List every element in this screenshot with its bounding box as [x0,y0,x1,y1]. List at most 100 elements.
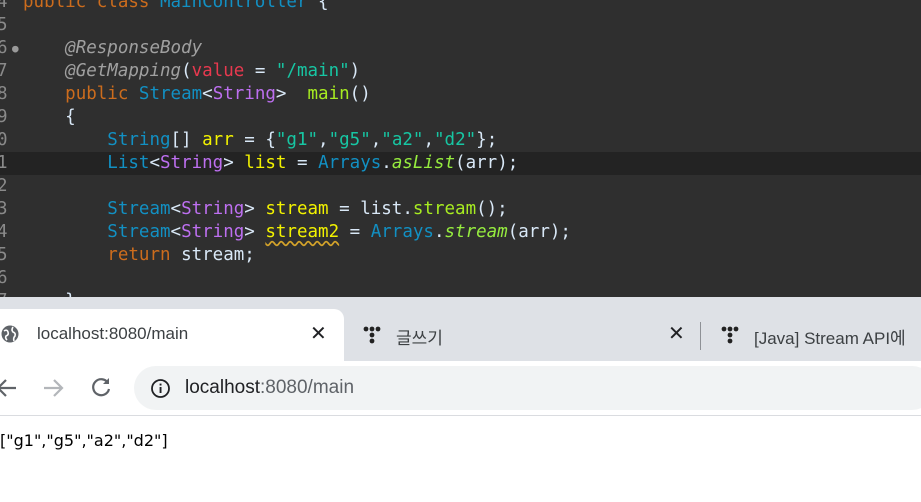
url-text[interactable]: localhost:8080/main [185,377,354,399]
code-token: }; [476,130,498,150]
tab-java-stream[interactable]: [Java] Stream API에 [702,309,921,361]
code-token: stream [181,245,245,265]
reload-icon[interactable] [88,375,114,401]
code-token: , [423,130,434,150]
code-token: < [202,84,213,104]
code-token: = { [233,130,276,150]
code-line[interactable]: 6 ● @ResponseBody [0,37,921,60]
code-token: ; [244,245,255,265]
line-number: 3 [0,199,8,219]
tab-strip: localhost:8080/main ✕ 글쓰기 ✕ [Java] Strea… [0,297,921,361]
code-line[interactable]: 0 String[] arr = {"g1","g5","a2","d2"}; [0,129,921,152]
code-line[interactable]: 6 [0,267,921,290]
code-line[interactable]: 3 Stream<String> stream = list.stream(); [0,198,921,221]
code-token: { [23,107,76,127]
line-number: 5 [0,245,8,265]
code-text: public class MainController { [23,0,329,14]
browser-toolbar: localhost:8080/main [0,361,921,416]
tistory-icon [363,326,381,344]
url-host: localhost [185,377,260,398]
code-token: > [244,222,266,242]
code-token: stream [265,199,329,219]
line-number: 5 [0,15,8,35]
code-line[interactable]: 5 [0,14,921,37]
code-token: "a2" [381,130,424,150]
code-token: Arrays [318,153,382,173]
line-number: 1 [0,153,8,173]
code-line[interactable]: 1 List<String> list = Arrays.asList(arr)… [0,152,921,175]
tab-label: [Java] Stream API에 [754,329,906,348]
code-token: @ResponseBody [65,38,203,58]
globe-icon [1,325,19,343]
tab-separator [700,322,701,350]
code-token: "g5" [328,130,371,150]
code-token: (); [476,199,508,219]
code-token: list [360,199,403,219]
code-line[interactable]: 7 } [0,290,921,297]
code-token: arr [465,153,498,173]
info-icon[interactable] [150,378,171,399]
code-token: ); [549,222,571,242]
code-token: > [275,84,308,104]
page-body-text: ["g1","g5","a2","d2"] [0,431,168,450]
line-number: 8 [0,84,8,104]
tab-label: localhost:8080/main [37,324,189,343]
tab-localhost[interactable]: localhost:8080/main ✕ [0,309,344,361]
line-number: 7 [0,290,17,297]
line-number: 4 [0,0,8,12]
line-number: 9 [0,107,8,127]
line-number: 4 [0,222,8,242]
code-token: return [107,245,182,265]
code-token: = [328,199,361,219]
code-token: main [307,84,350,104]
code-token: > [223,153,245,173]
tistory-icon [721,326,739,344]
code-line[interactable]: 8 public Stream<String> main() [0,83,921,106]
code-token: > [244,199,266,219]
code-text: @GetMapping(value = "/main") [23,60,360,83]
code-line[interactable]: 7 @GetMapping(value = "/main") [0,60,921,83]
code-text: Stream<String> stream = list.stream(); [23,198,508,221]
address-bar[interactable]: localhost:8080/main [134,366,921,410]
code-line[interactable]: 4 public class MainController { [0,0,921,14]
code-editor[interactable]: 4 public class MainController {5 6 ● @Respo… [0,0,921,297]
tab-write[interactable]: 글쓰기 ✕ [344,309,700,361]
forward-arrow-icon[interactable] [40,375,66,401]
code-token: Stream [107,199,171,219]
tab-close-button[interactable]: ✕ [668,321,685,345]
code-line[interactable]: 5 return stream; [0,244,921,267]
line-number: 7 [0,61,8,81]
code-token: < [170,222,182,242]
code-token: public [65,84,139,104]
code-token: List [107,153,150,173]
code-text: List<String> list = Arrays.asList(arr); [23,152,518,175]
line-number: 0 [0,130,8,150]
code-token: = [339,222,371,242]
code-line[interactable]: 2 [0,175,921,198]
code-text: } [23,290,76,297]
code-text: { [23,106,76,129]
code-token: < [170,199,182,219]
code-line[interactable]: 9 { [0,106,921,129]
code-token: asList [391,153,456,173]
code-token: public [23,0,97,12]
code-token: MainController [159,0,308,12]
code-token: arr [202,130,234,150]
back-arrow-icon[interactable] [0,375,20,401]
code-token: value [191,61,245,81]
code-token: stream [412,199,477,219]
fold-marker-icon[interactable]: ● [12,37,19,60]
code-text: String[] arr = {"g1","g5","a2","d2"}; [23,129,497,152]
tab-close-button[interactable]: ✕ [310,321,327,345]
code-token: ( [455,153,466,173]
code-token: stream2 [265,222,340,242]
code-token: "g1" [275,130,319,150]
code-line[interactable]: 4 Stream<String> stream2 = Arrays.stream… [0,221,921,244]
code-token: Arrays [370,222,434,242]
code-token: = [244,61,276,81]
code-token: ); [497,153,519,173]
